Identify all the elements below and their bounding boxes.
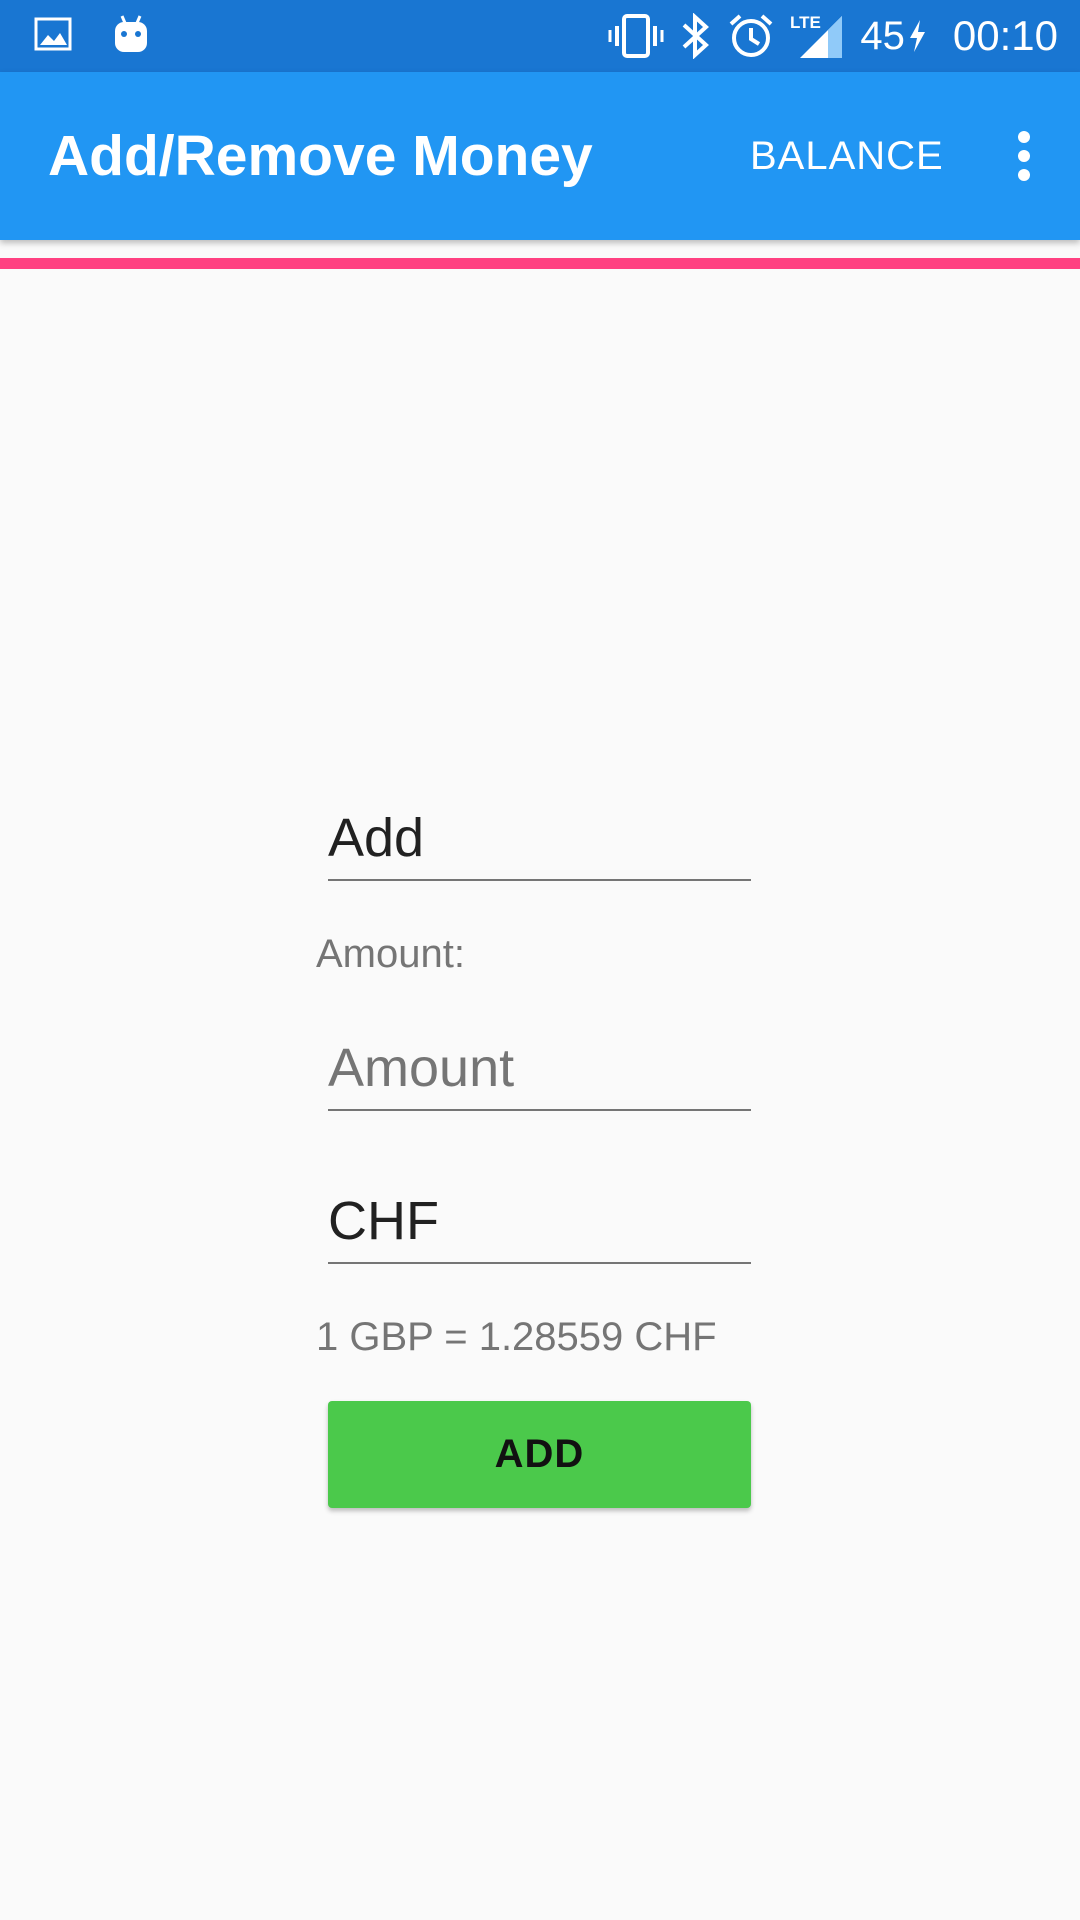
android-icon (112, 14, 150, 54)
more-vert-icon[interactable] (994, 126, 1054, 186)
image-icon (34, 17, 72, 51)
accent-divider (0, 258, 1080, 269)
amount-input[interactable]: Amount (328, 1035, 751, 1111)
operation-value: Add (328, 808, 425, 868)
page-title: Add/Remove Money (48, 124, 593, 188)
amount-placeholder: Amount (328, 1038, 515, 1098)
battery-level: 45 (860, 13, 905, 58)
system-icons-area: LTE 45 00:10 (608, 0, 1058, 72)
status-bar: LTE 45 00:10 (0, 0, 1080, 72)
currency-spinner[interactable]: CHF (328, 1188, 751, 1264)
lte-signal-icon: LTE (790, 12, 844, 60)
add-button[interactable]: ADD (328, 1401, 751, 1508)
currency-value: CHF (328, 1191, 439, 1251)
operation-spinner[interactable]: Add (328, 805, 751, 881)
vibrate-icon (608, 14, 664, 58)
network-type-label: LTE (790, 13, 821, 32)
alarm-icon (728, 13, 774, 59)
amount-label: Amount: (316, 932, 465, 976)
exchange-rate-text: 1 GBP = 1.28559 CHF (316, 1315, 717, 1359)
battery-indicator: 45 (860, 14, 927, 59)
notification-area (34, 14, 150, 54)
clock: 00:10 (952, 12, 1058, 59)
bluetooth-icon (680, 13, 712, 59)
balance-button[interactable]: BALANCE (750, 72, 944, 240)
charging-bolt-icon (907, 18, 927, 54)
app-bar: Add/Remove Money BALANCE (0, 72, 1080, 240)
